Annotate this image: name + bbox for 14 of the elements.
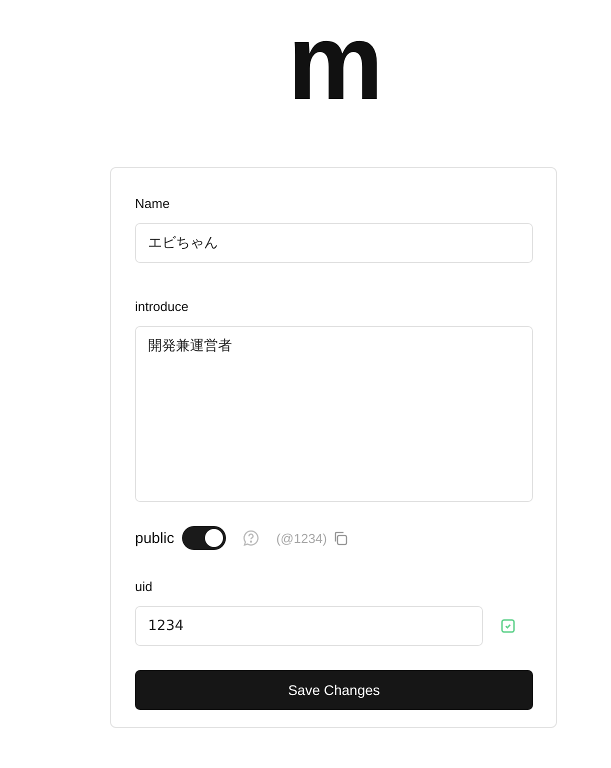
uid-field[interactable]: 1234 xyxy=(135,606,483,646)
copy-icon[interactable] xyxy=(332,530,348,546)
field-label: uid xyxy=(135,579,154,594)
save-button[interactable]: Save Changes xyxy=(135,670,533,710)
public-label: public xyxy=(135,530,174,546)
name-field[interactable]: エビちゃん xyxy=(135,223,533,263)
public-toggle[interactable] xyxy=(182,526,226,550)
check-icon[interactable] xyxy=(501,619,515,633)
user-handle: (@1234) xyxy=(276,530,327,546)
logo: m xyxy=(286,0,381,114)
field-label: introduce xyxy=(135,299,190,314)
field-label: Name xyxy=(135,196,171,211)
introduce-field[interactable]: 開発兼運営者 xyxy=(135,326,533,502)
help-icon[interactable] xyxy=(242,529,260,547)
